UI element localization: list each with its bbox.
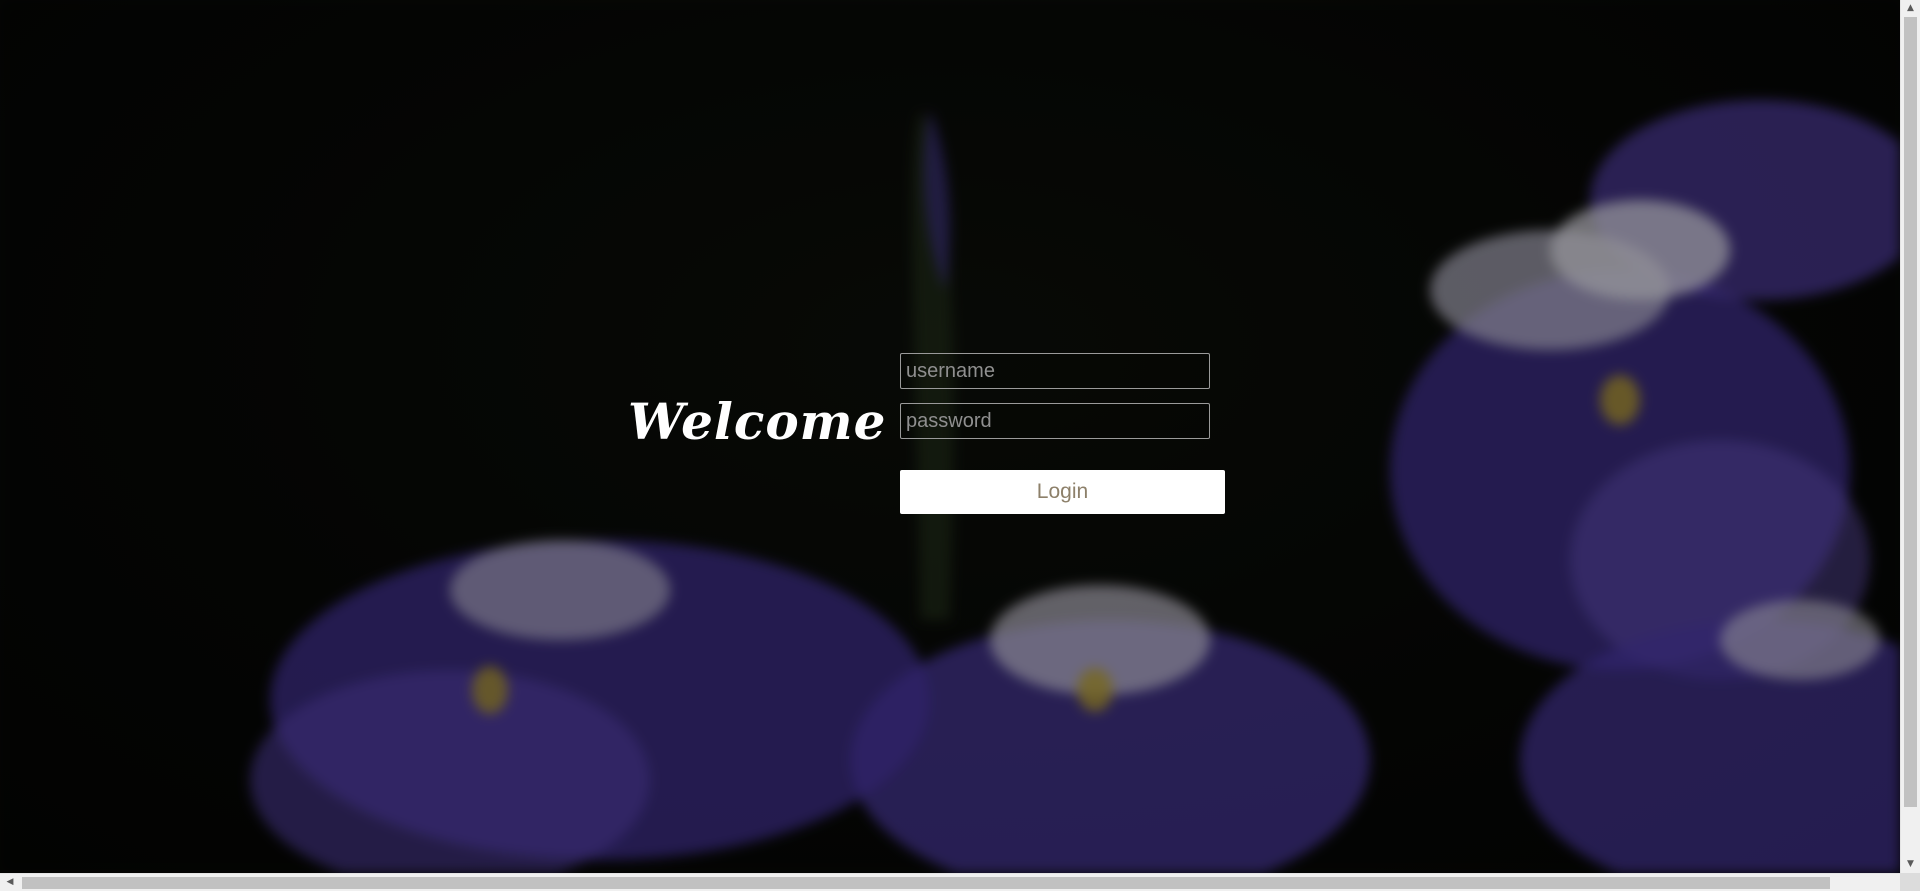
login-button[interactable]: Login (900, 470, 1225, 514)
arrow-up-icon[interactable]: ▲ (1901, 0, 1920, 17)
scrollbar-corner (1900, 873, 1920, 891)
arrow-left-icon[interactable]: ◀ (0, 874, 20, 891)
vertical-scrollbar[interactable]: ▲ ▼ (1900, 0, 1920, 873)
arrow-down-icon[interactable]: ▼ (1901, 856, 1920, 873)
vertical-scroll-thumb[interactable] (1904, 17, 1917, 807)
welcome-heading: Welcome (628, 392, 887, 451)
horizontal-scroll-thumb[interactable] (22, 877, 1830, 889)
password-input[interactable] (900, 403, 1210, 439)
horizontal-scrollbar[interactable]: ◀ ▶ (0, 873, 1920, 891)
username-input[interactable] (900, 353, 1210, 389)
